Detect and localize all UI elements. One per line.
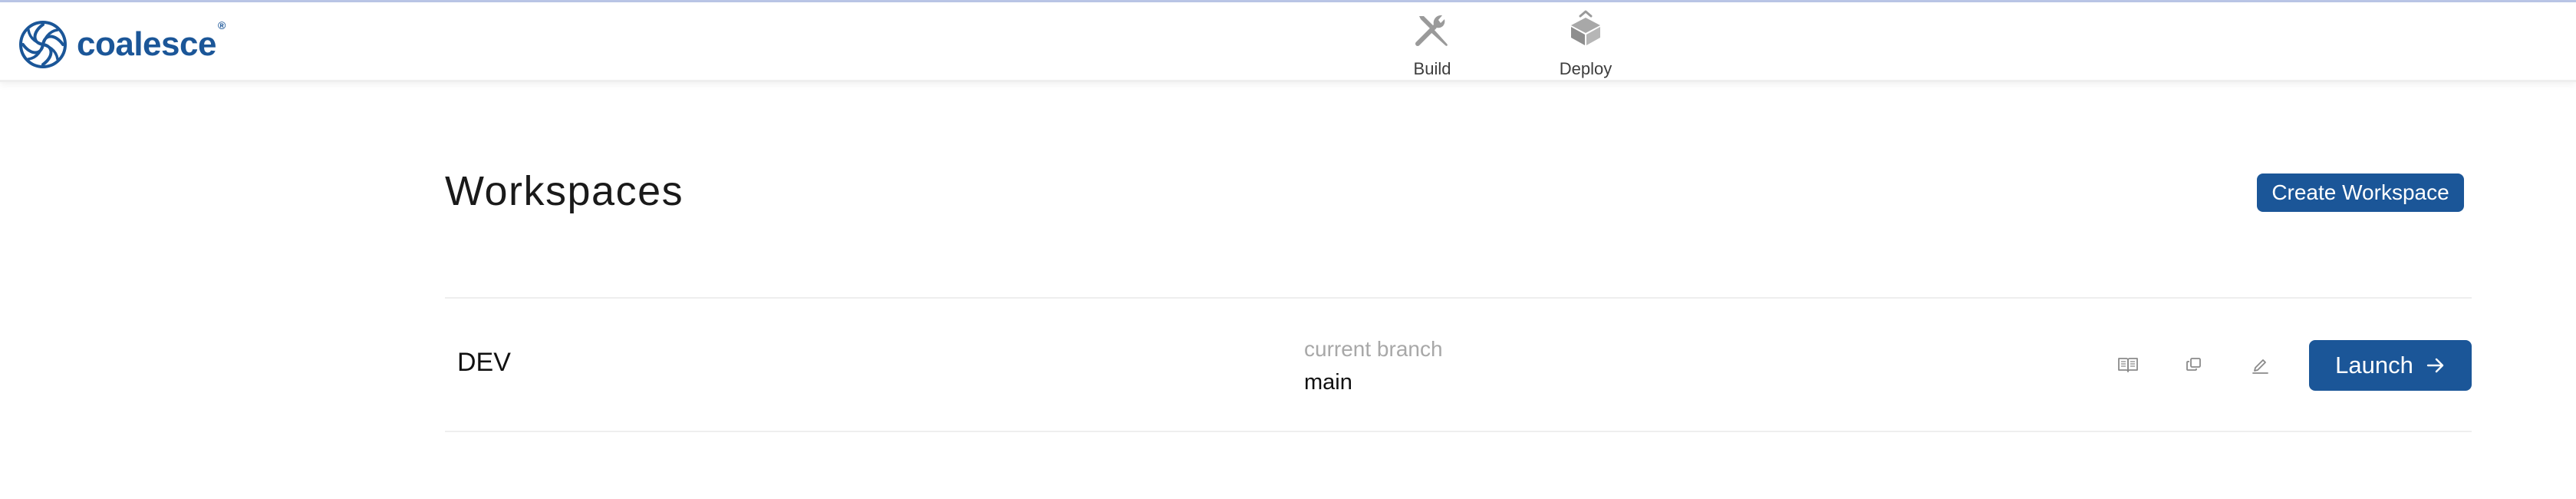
workspaces-page: Workspaces Create Workspace DEV current … (0, 84, 2576, 499)
nav-deploy[interactable]: Deploy (1532, 10, 1639, 84)
documentation-button[interactable] (2108, 345, 2148, 385)
workspace-row: DEV current branch main Launch (445, 299, 2472, 431)
launch-label: Launch (2335, 352, 2413, 378)
coalesce-logo-icon (19, 21, 67, 68)
current-branch-value: main (1304, 370, 1352, 395)
nav-build[interactable]: Build (1379, 10, 1486, 84)
copy-icon (2186, 358, 2201, 371)
create-workspace-button[interactable]: Create Workspace (2257, 173, 2464, 212)
registered-mark: ® (217, 19, 226, 32)
book-icon (2118, 358, 2138, 372)
arrow-right-icon (2426, 358, 2444, 373)
divider (445, 431, 2472, 432)
launch-button[interactable]: Launch (2309, 340, 2472, 391)
tools-icon (1415, 15, 1448, 46)
nav-deploy-label: Deploy (1559, 59, 1612, 78)
nav-build-label: Build (1413, 59, 1451, 78)
deploy-icon (1571, 10, 1600, 45)
duplicate-button[interactable] (2174, 345, 2214, 385)
page-title: Workspaces (445, 168, 684, 214)
coalesce-logo[interactable]: coalesce ® (18, 18, 226, 71)
current-branch-label: current branch (1304, 337, 1443, 361)
top-bar: coalesce ® Build Deploy (0, 2, 2576, 82)
edit-button[interactable] (2240, 345, 2280, 385)
workspace-name: DEV (457, 348, 511, 377)
pencil-icon (2252, 359, 2268, 374)
logo-text: coalesce ® (77, 19, 226, 63)
